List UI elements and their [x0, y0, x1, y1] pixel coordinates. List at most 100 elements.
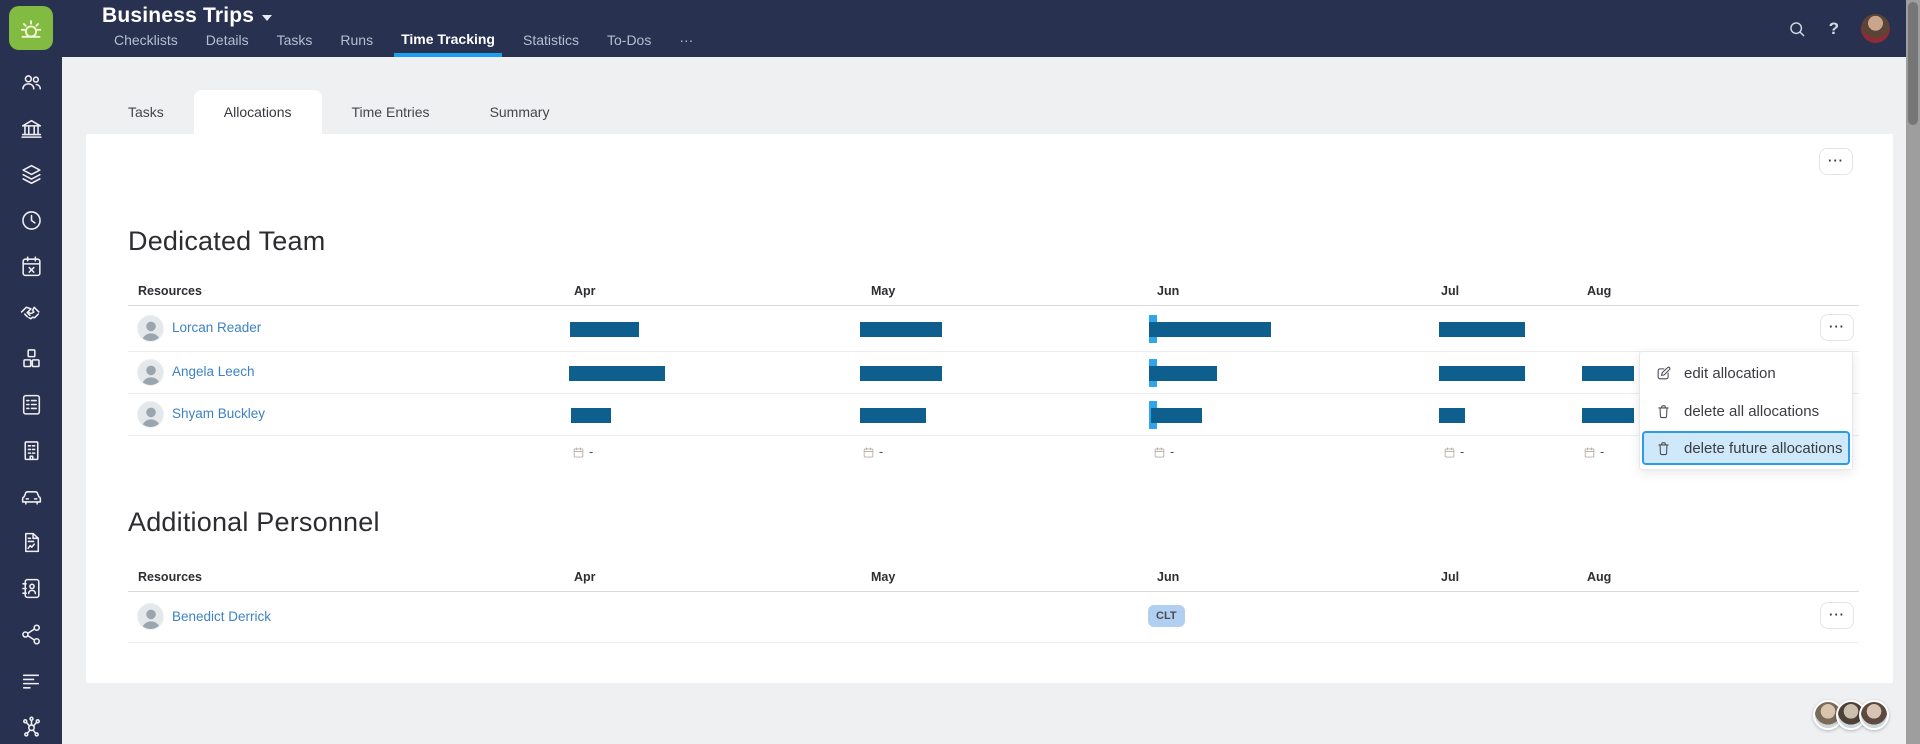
additional-personnel-heading: Additional Personnel: [128, 507, 380, 537]
resource-name-link[interactable]: Benedict Derrick: [172, 609, 271, 624]
layers-icon: [21, 164, 41, 184]
month-summary-value: -: [1460, 445, 1465, 459]
car-icon: [21, 490, 41, 505]
calendar-small-icon: [863, 446, 874, 458]
context-menu-item-delete-all-allocations[interactable]: delete all allocations: [1642, 392, 1850, 430]
project-tab-details[interactable]: Details: [206, 32, 249, 57]
resource-row: Angela Leech: [86, 352, 1893, 394]
allocation-bar-apr[interactable]: [569, 365, 665, 381]
resources-column-header: Resources: [138, 570, 202, 584]
project-tab-runs[interactable]: Runs: [340, 32, 373, 57]
subtab-summary[interactable]: Summary: [460, 90, 580, 134]
project-tab-statistics[interactable]: Statistics: [523, 32, 579, 57]
month-summary-cell[interactable]: -: [1443, 445, 1464, 459]
allocation-badge[interactable]: CLT: [1148, 604, 1185, 627]
project-tabs-more-button[interactable]: ···: [679, 32, 693, 57]
context-menu-item-delete-future-allocations[interactable]: delete future allocations: [1642, 431, 1850, 465]
allocation-bar-apr[interactable]: [571, 407, 611, 423]
sidebar-item-clock[interactable]: [0, 197, 62, 243]
allocation-bar-jun[interactable]: [1149, 365, 1217, 381]
project-tab-time-tracking[interactable]: Time Tracking: [394, 31, 502, 57]
sidebar-item-contacts[interactable]: [0, 565, 62, 611]
help-icon[interactable]: ?: [1829, 19, 1839, 39]
month-column-header-apr: Apr: [574, 284, 596, 298]
month-summary-cell[interactable]: -: [1153, 445, 1174, 459]
sidebar: [0, 0, 62, 744]
month-summary-cell[interactable]: -: [1583, 445, 1604, 459]
sidebar-item-handshake[interactable]: [0, 289, 62, 335]
allocation-bar-may[interactable]: [860, 321, 942, 337]
sidebar-item-cubes[interactable]: [0, 335, 62, 381]
allocation-bar-jun[interactable]: [1149, 321, 1271, 337]
resource-name-link[interactable]: Shyam Buckley: [172, 406, 265, 421]
sidebar-item-share[interactable]: [0, 611, 62, 657]
presence-avatar[interactable]: [1859, 700, 1889, 730]
month-summary-value: -: [1600, 445, 1605, 459]
page-scrollbar[interactable]: [1906, 0, 1920, 744]
sidebar-item-car[interactable]: [0, 473, 62, 519]
sidebar-item-team[interactable]: [0, 59, 62, 105]
sidebar-item-building[interactable]: [0, 427, 62, 473]
search-icon[interactable]: [1787, 19, 1807, 39]
main-area: Tasks Allocations Time Entries Summary ··· …: [62, 57, 1906, 744]
row-actions-button[interactable]: ···: [1820, 602, 1854, 629]
contacts-icon: [21, 578, 40, 598]
allocation-bar-jul[interactable]: [1439, 365, 1525, 381]
person-silhouette-icon: [141, 609, 161, 629]
subtab-time-entries[interactable]: Time Entries: [322, 90, 460, 134]
allocation-bar-jul[interactable]: [1439, 321, 1525, 337]
month-column-header-jun: Jun: [1157, 284, 1180, 298]
allocation-bar-aug[interactable]: [1582, 407, 1634, 423]
resource-row: Lorcan Reader ···: [86, 306, 1893, 352]
avatar[interactable]: [138, 401, 163, 427]
app-logo[interactable]: [9, 6, 53, 50]
trash-icon: [1658, 441, 1669, 455]
resource-name-link[interactable]: Lorcan Reader: [172, 320, 261, 335]
checklist-icon: [22, 394, 40, 415]
subtab-allocations[interactable]: Allocations: [193, 90, 322, 134]
month-column-header-aug: Aug: [1587, 570, 1612, 584]
allocation-bar-jun[interactable]: [1151, 407, 1202, 423]
avatar[interactable]: [138, 359, 163, 385]
month-column-header-jul: Jul: [1441, 284, 1460, 298]
report-icon: [24, 532, 39, 552]
allocation-bar-aug[interactable]: [1582, 365, 1634, 381]
user-avatar[interactable]: [1861, 14, 1890, 43]
month-column-header-may: May: [871, 570, 896, 584]
context-menu-item-label: delete all allocations: [1684, 402, 1820, 420]
subtab-tasks[interactable]: Tasks: [98, 90, 194, 134]
month-summary-cell[interactable]: -: [862, 445, 883, 459]
allocation-bar-apr[interactable]: [570, 321, 639, 337]
avatar[interactable]: [138, 315, 163, 341]
allocation-bar-jul[interactable]: [1439, 407, 1465, 423]
project-title[interactable]: Business Trips: [102, 4, 273, 28]
avatar[interactable]: [138, 604, 163, 629]
sidebar-item-network[interactable]: [0, 703, 62, 744]
project-tab-checklists[interactable]: Checklists: [114, 32, 178, 57]
handshake-icon: [20, 306, 40, 320]
month-summary-cell[interactable]: -: [572, 445, 593, 459]
sidebar-item-checklist[interactable]: [0, 381, 62, 427]
panel-more-button[interactable]: ···: [1819, 148, 1853, 175]
sidebar-item-layers[interactable]: [0, 151, 62, 197]
scrollbar-thumb[interactable]: [1908, 2, 1918, 125]
project-tabs: Checklists Details Tasks Runs Time Tracking S…: [114, 31, 693, 57]
calendar-small-icon: [573, 446, 584, 458]
edit-icon: [1657, 366, 1671, 379]
subtabs: Tasks Allocations Time Entries Summary: [98, 90, 579, 134]
network-icon: [22, 716, 40, 737]
row-actions-button[interactable]: ···: [1820, 313, 1854, 341]
month-summary-value: -: [589, 445, 594, 459]
context-menu-item-edit-allocation[interactable]: edit allocation: [1642, 354, 1850, 392]
sidebar-item-report[interactable]: [0, 519, 62, 565]
project-tab-to-dos[interactable]: To-Dos: [607, 32, 651, 57]
project-tab-tasks[interactable]: Tasks: [277, 32, 313, 57]
sidebar-item-calendar-x[interactable]: [0, 243, 62, 289]
allocation-bar-may[interactable]: [860, 407, 926, 423]
resource-name-link[interactable]: Angela Leech: [172, 364, 255, 379]
allocation-bar-may[interactable]: [860, 365, 942, 381]
sidebar-item-lines[interactable]: [0, 657, 62, 703]
clock-icon: [21, 210, 41, 230]
sidebar-item-bank[interactable]: [0, 105, 62, 151]
dedicated-team-header-row: Resources Apr May Jun Jul Aug: [86, 258, 1893, 306]
